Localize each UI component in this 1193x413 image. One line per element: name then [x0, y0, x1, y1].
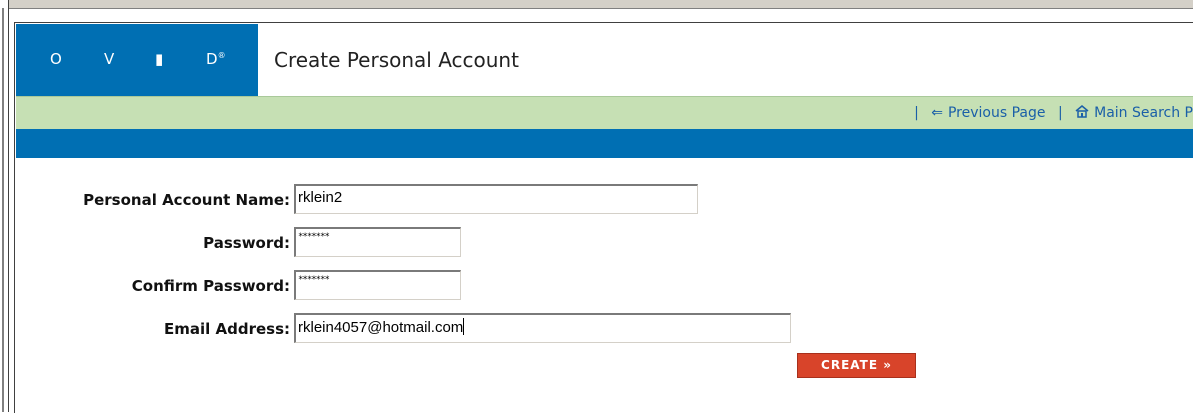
confirm-password-label: Confirm Password: — [131, 277, 290, 295]
email-input-value: rklein4057@hotmail.com — [298, 319, 464, 336]
email-input[interactable]: rklein4057@hotmail.com — [294, 313, 791, 343]
logo-letter-d: D® — [206, 50, 226, 68]
logo-letter-i: ▮ — [155, 50, 164, 68]
nav-links: | ⇐ Previous Page | Main Search P — [906, 105, 1193, 121]
blue-band — [16, 129, 1193, 158]
ovid-logo: O V ▮ D® — [16, 24, 258, 96]
home-icon — [1075, 105, 1089, 121]
window-top-border — [0, 0, 1193, 9]
previous-page-link[interactable]: ⇐ Previous Page — [931, 105, 1050, 121]
confirm-password-input[interactable]: ******* — [294, 270, 461, 300]
create-button[interactable]: CREATE » — [797, 353, 916, 378]
nav-separator: | — [914, 105, 919, 121]
logo-letter-v: V — [104, 50, 115, 68]
account-name-label: Personal Account Name: — [83, 191, 290, 209]
page-header: O V ▮ D® Create Personal Account — [16, 24, 1193, 96]
arrow-left-icon: ⇐ — [931, 105, 943, 121]
registered-mark: ® — [217, 51, 226, 60]
page-title: Create Personal Account — [274, 48, 519, 72]
window-left-shadow — [2, 8, 4, 412]
account-name-input[interactable]: rklein2 — [294, 184, 698, 214]
main-search-label: Main Search P — [1094, 105, 1193, 121]
nav-separator: | — [1057, 105, 1063, 121]
logo-letter-o: O — [50, 50, 62, 68]
email-label: Email Address: — [163, 320, 290, 338]
password-label: Password: — [203, 234, 290, 252]
password-input[interactable]: ******* — [294, 227, 461, 257]
main-search-link[interactable]: Main Search P — [1075, 105, 1193, 121]
frame-gap — [9, 9, 1193, 22]
nav-bar: | ⇐ Previous Page | Main Search P — [16, 96, 1193, 130]
previous-page-label: Previous Page — [947, 105, 1046, 121]
text-caret — [463, 318, 465, 335]
